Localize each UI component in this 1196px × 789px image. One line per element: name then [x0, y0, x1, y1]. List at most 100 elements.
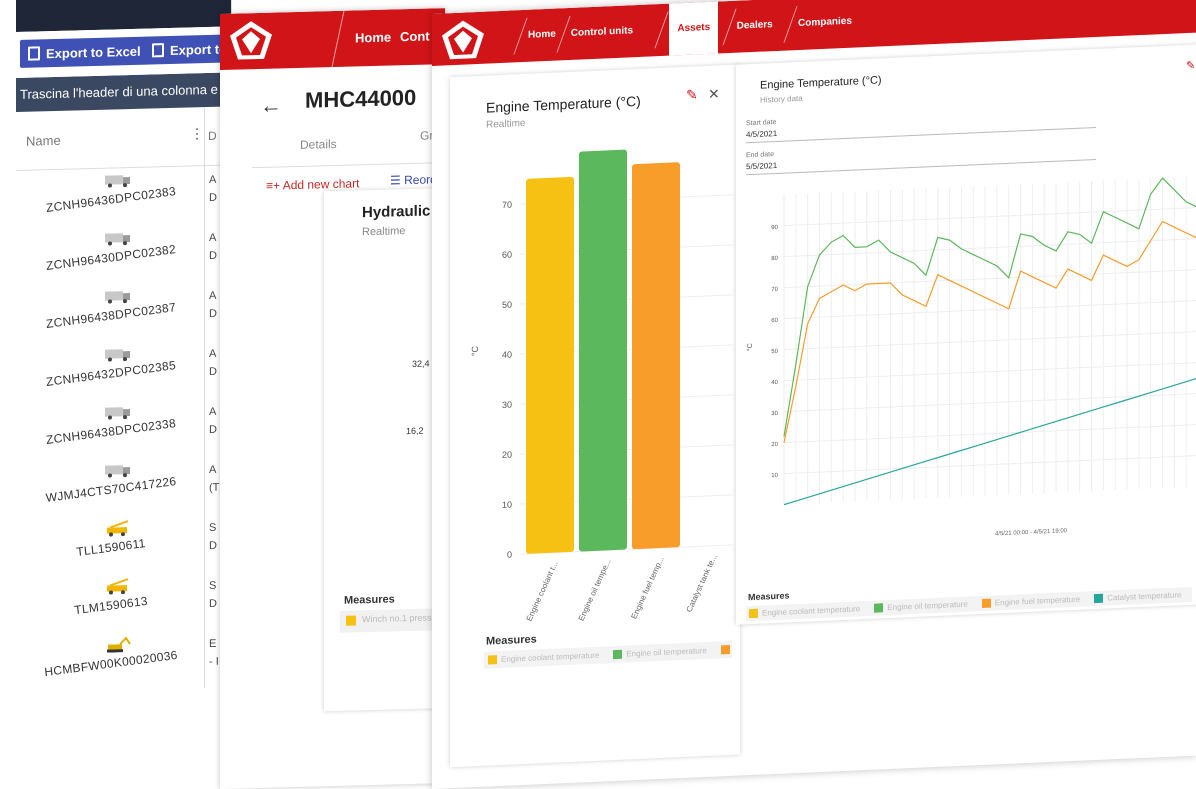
legend-item[interactable]: Engine coolant temperature	[488, 651, 599, 665]
start-date-value[interactable]: 4/5/2021	[746, 129, 777, 139]
chart-subtitle: History data	[760, 93, 803, 105]
export-pdf-button[interactable]: Export to P	[144, 33, 232, 65]
close-icon[interactable]: ✕	[708, 85, 720, 103]
measure-legend[interactable]: Winch no.1 pressure	[340, 607, 445, 633]
tab-details[interactable]: Details	[300, 137, 337, 152]
asset-cell: A	[209, 289, 217, 302]
x-tick-label: Catalyst tank te...	[685, 553, 719, 614]
asset-row[interactable]: ZCNH96438DPC02338 A D	[16, 388, 231, 461]
asset-title: MHC44000	[305, 84, 417, 113]
measures-label: Measures	[344, 593, 395, 607]
legend-swatch	[720, 644, 730, 655]
grid-toolbar: Export to Excel Export to P	[16, 26, 232, 79]
y-tick-label: 60	[771, 318, 778, 324]
legend-item[interactable]: Engine fuel tempe	[720, 642, 732, 655]
asset-cell: A	[209, 405, 217, 418]
gridline	[784, 393, 1196, 413]
asset-cell: A	[209, 173, 217, 186]
bar[interactable]	[526, 176, 574, 554]
realtime-bar-chart: 0 10 20 30 40 50 60 70 °C Engine coolant t... Engi…	[470, 149, 732, 623]
nav-home[interactable]: Home	[528, 9, 556, 62]
legend-label: Engine oil temperature	[887, 599, 968, 613]
asset-row[interactable]: ZCNH96438DPC02387 A D	[16, 272, 231, 345]
legend-item[interactable]: Engine oil temperature	[613, 646, 707, 660]
reorder-button[interactable]: ☰ Reord	[390, 172, 437, 187]
column-header-d[interactable]: D	[208, 129, 217, 143]
chart-card-subtitle: Realtime	[362, 225, 406, 239]
y-tick-label: 30	[771, 411, 778, 417]
truck-icon	[105, 233, 130, 246]
nav-divider	[556, 15, 571, 53]
asset-cell: (T	[209, 481, 220, 494]
legend-item[interactable]: Catalyst temperature	[1094, 590, 1181, 604]
pdf-icon	[152, 43, 164, 58]
asset-cell: D	[209, 191, 217, 204]
asset-grid-window: Export to Excel Export to P Trascina l'h…	[16, 0, 232, 761]
y-tick-label: 20	[502, 450, 512, 460]
y-tick-label: 90	[771, 225, 778, 231]
y-tick-label: 40	[502, 350, 512, 360]
asset-cell: D	[209, 307, 217, 320]
column-header-name[interactable]: Name	[26, 133, 61, 149]
end-date-label: End date	[746, 151, 775, 160]
asset-row[interactable]: TLL1590611 S D	[16, 504, 231, 577]
nav-divider	[513, 17, 528, 55]
y-tick-label: 50	[502, 300, 512, 310]
y-tick-label: 80	[771, 256, 778, 262]
export-excel-button[interactable]: Export to Excel	[20, 36, 149, 68]
asset-row[interactable]: ZCNH96432DPC02385 A D	[16, 330, 231, 403]
gridline	[784, 424, 1196, 444]
legend-swatch	[488, 655, 497, 665]
asset-cell: D	[209, 249, 217, 262]
add-chart-icon: ≡+	[266, 178, 281, 193]
nav-dealers[interactable]: Dealers	[737, 0, 773, 53]
y-tick-label: 10	[771, 473, 778, 479]
column-menu-icon[interactable]: ⋮	[190, 125, 204, 142]
engine-temperature-window: Home Control units Assets Dealers Companies …	[432, 0, 1196, 789]
x-tick-label: Engine coolant t...	[525, 560, 560, 623]
end-date-value[interactable]: 5/5/2021	[746, 161, 777, 171]
asset-row[interactable]: ZCNH96430DPC02382 A D	[16, 214, 231, 287]
measures-legend: Engine coolant temperature Engine oil tem…	[746, 586, 1192, 622]
legend-label: Engine coolant temperature	[501, 650, 600, 664]
gridline	[784, 331, 1196, 351]
bar[interactable]	[632, 162, 680, 550]
gridline	[784, 455, 1196, 475]
nav-control-units[interactable]: Control units	[571, 5, 633, 60]
nav-control-units[interactable]: Cont	[400, 9, 430, 66]
legend-item[interactable]: Engine coolant temperature	[749, 604, 860, 619]
asset-row[interactable]: HCMBFW00K00020036 E - I	[16, 620, 231, 693]
nav-divider	[654, 11, 669, 49]
chart-card-title: Hydraulic I	[362, 202, 439, 222]
brand-logo	[230, 21, 272, 60]
excavator-icon	[107, 636, 131, 653]
asset-detail-window: Home Cont ← MHC44000 Details Gr ≡+ Add n…	[220, 8, 445, 789]
legend-label: Engine oil temperature	[626, 646, 707, 659]
y-axis-label: °C	[746, 343, 754, 351]
group-by-hint[interactable]: Trascina l'header di una colonna e ril	[16, 72, 232, 112]
asset-row[interactable]: WJMJ4CTS70C417226 A (T	[16, 446, 231, 519]
nav-home[interactable]: Home	[345, 9, 401, 66]
bar[interactable]	[579, 149, 627, 552]
history-chart-card: Engine Temperature (°C) History data ✎ S…	[736, 44, 1196, 625]
truck-icon	[105, 291, 130, 304]
asset-row[interactable]: ZCNH96436DPC02383 A D	[16, 156, 231, 229]
asset-row[interactable]: TLM1590613 S D	[16, 562, 231, 635]
legend-item[interactable]: Engine fuel temperature	[981, 595, 1080, 608]
edit-pencil-icon[interactable]: ✎	[686, 86, 698, 104]
history-line-chart: 10 20 30 40 50 60 70 80 90 °C 4/5/21 00:00 - 4/5/2…	[746, 177, 1196, 537]
nav-assets[interactable]: Assets	[669, 1, 719, 56]
crane-icon	[107, 520, 129, 537]
nav-companies[interactable]: Companies	[798, 0, 852, 50]
y-tick-label: 20	[771, 442, 778, 448]
grid-column-header: Name ⋮ D	[16, 106, 231, 171]
start-date-field[interactable]	[746, 127, 1096, 144]
brand-logo	[442, 20, 484, 60]
back-arrow-icon[interactable]: ←	[260, 92, 282, 119]
legend-item[interactable]: Engine oil temperature	[874, 600, 968, 613]
realtime-chart-card: Engine Temperature (°C) Realtime ✎ ✕ 0 10…	[450, 64, 740, 768]
y-tick-label: 70	[771, 287, 778, 293]
gridline	[784, 300, 1196, 320]
series-line[interactable]	[783, 377, 1196, 506]
edit-pencil-icon[interactable]: ✎	[1186, 59, 1195, 72]
